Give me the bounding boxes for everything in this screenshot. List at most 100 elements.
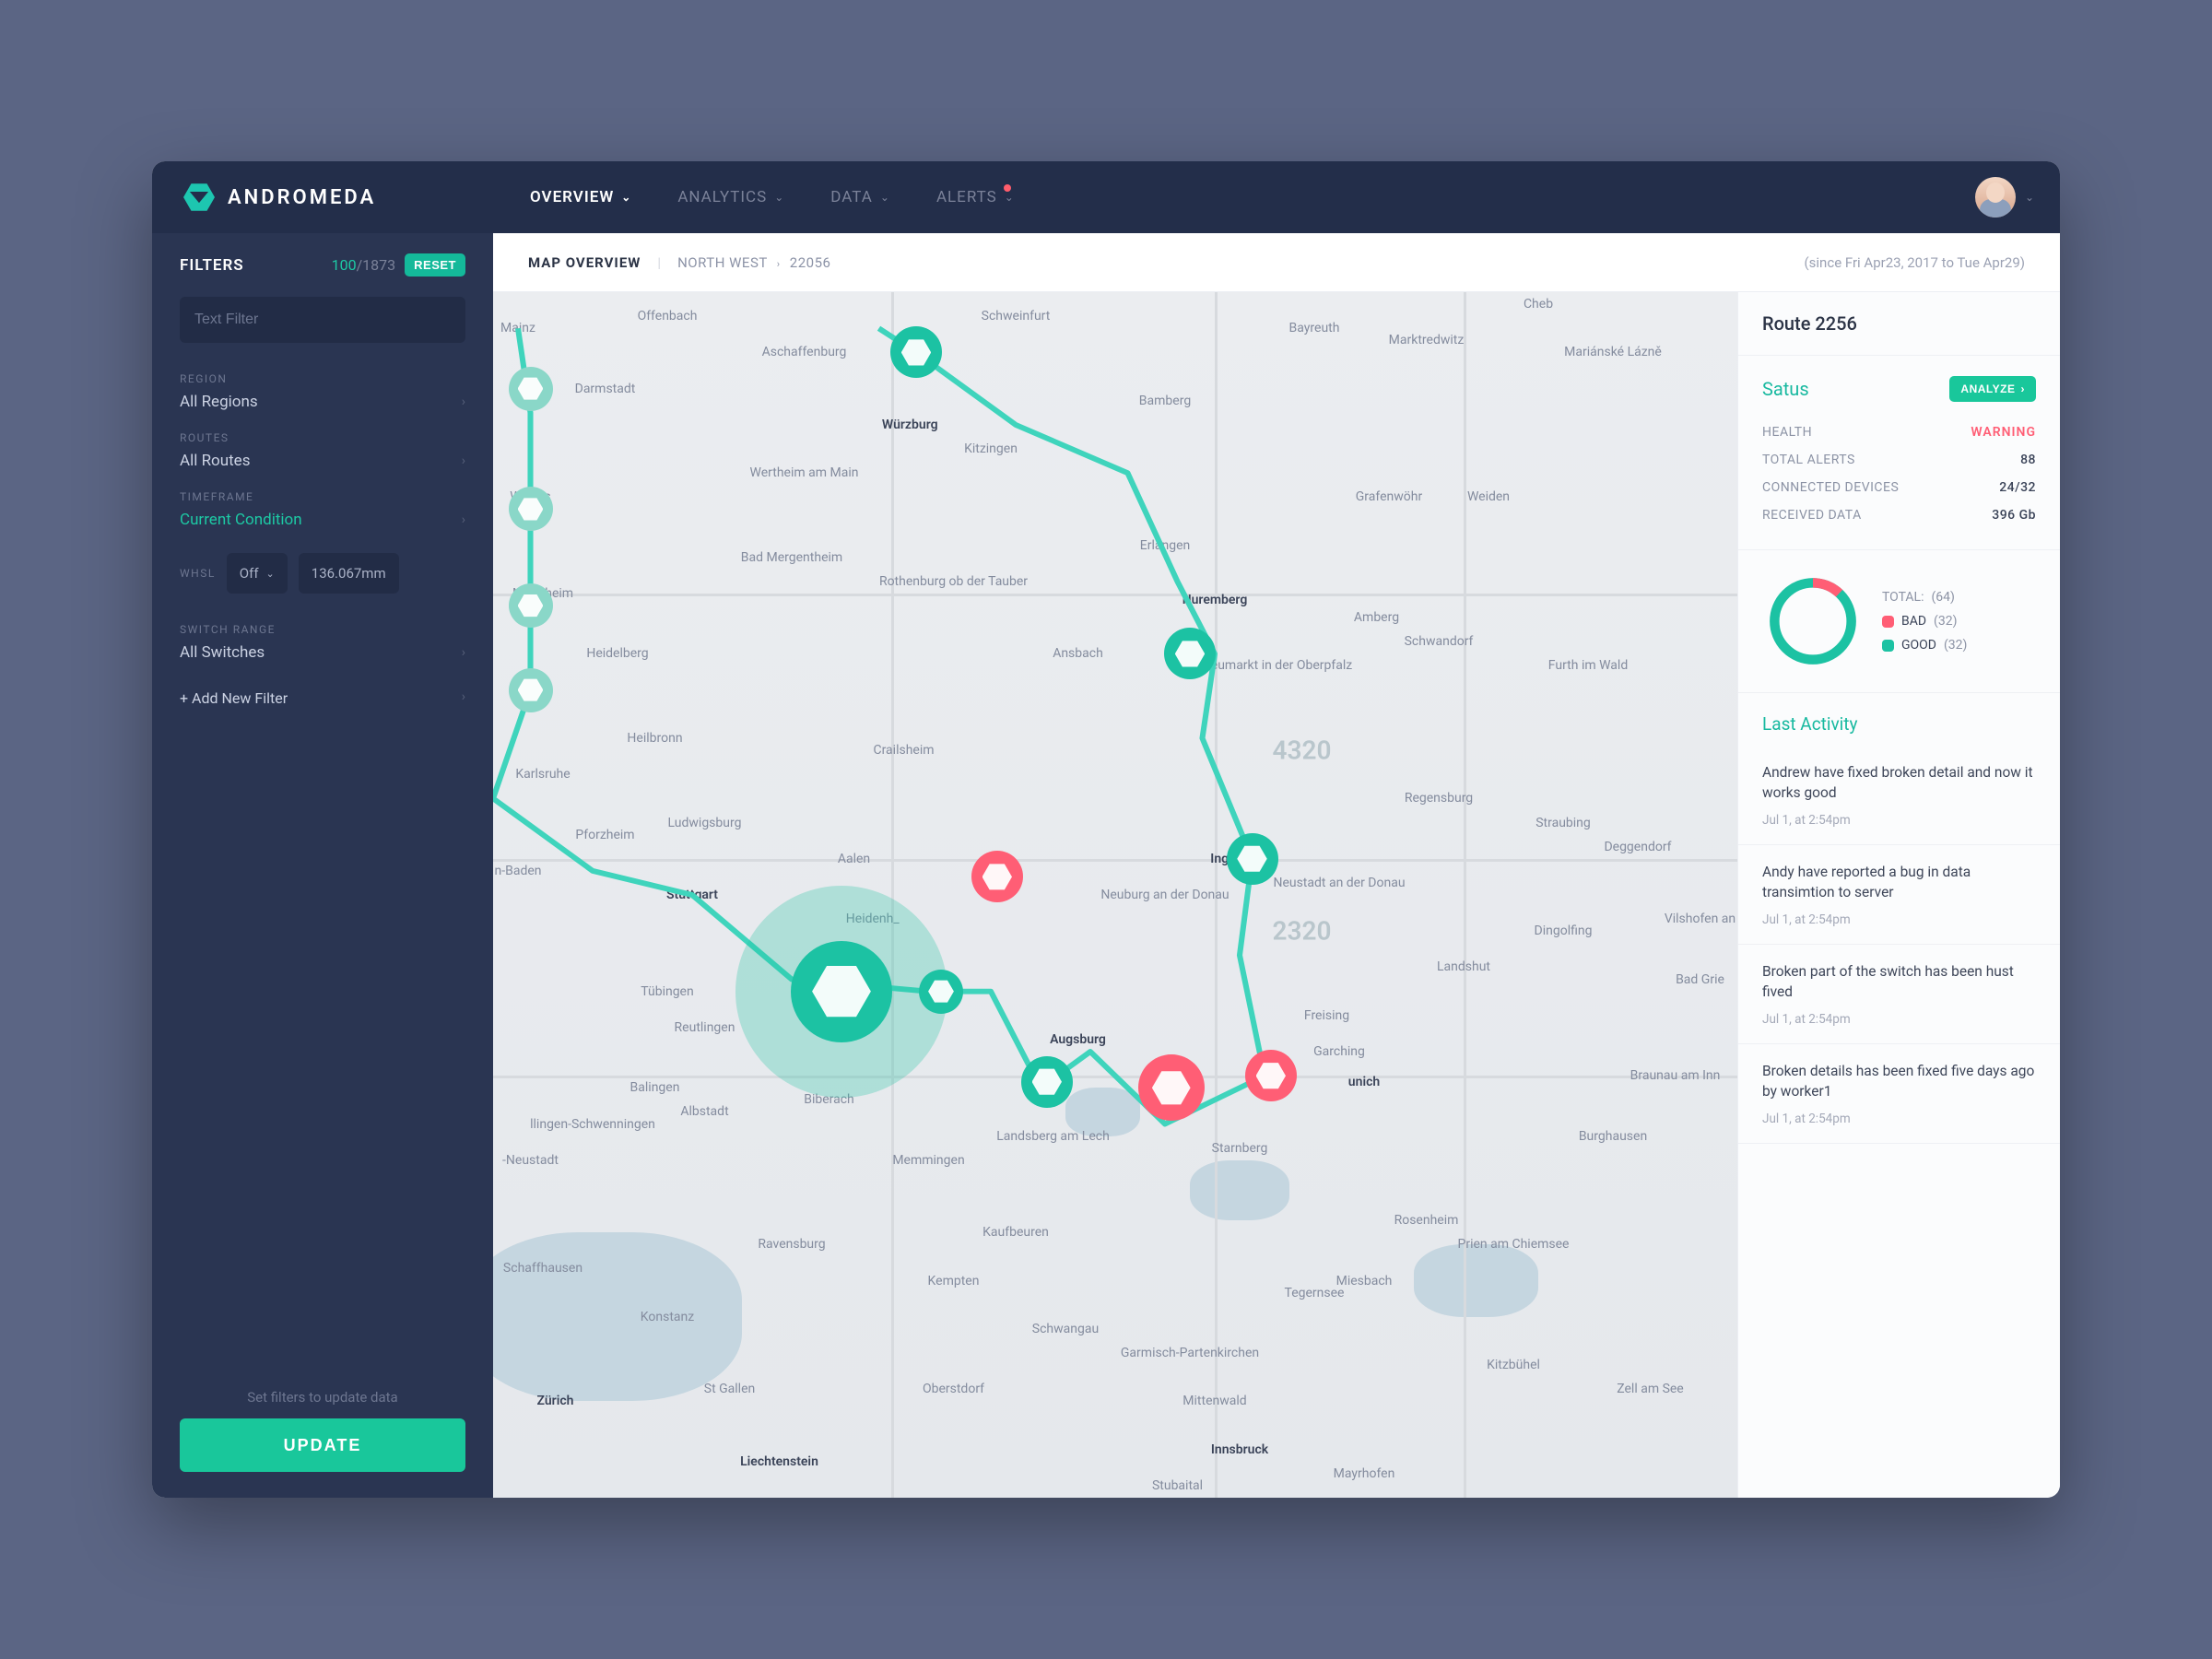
city-label: Prien am Chiemsee	[1458, 1237, 1570, 1252]
map[interactable]: MainzOffenbachAschaffenburgSchweinfurtBa…	[493, 292, 1737, 1498]
whsl-toggle[interactable]: Off ⌄	[227, 553, 288, 594]
city-label: Augsburg	[1050, 1032, 1106, 1047]
activity-list: Andrew have fixed broken detail and now …	[1738, 746, 2060, 1144]
map-node-bad[interactable]	[1138, 1054, 1205, 1121]
city-label: Schwangau	[1032, 1322, 1099, 1336]
city-label: Darmstadt	[575, 382, 636, 396]
city-label: Kempten	[928, 1274, 980, 1288]
city-label: llingen-Schwenningen	[530, 1117, 655, 1132]
nav: OVERVIEW ⌄ ANALYTICS ⌄ DATA ⌄ ALERTS ⌄	[493, 188, 1015, 206]
map-node[interactable]	[509, 668, 553, 712]
city-label: Stubaital	[1152, 1478, 1203, 1493]
activity-item[interactable]: Andrew have fixed broken detail and now …	[1738, 746, 2060, 845]
city-label: Erlangen	[1140, 538, 1190, 553]
city-label: Kitzingen	[964, 441, 1018, 456]
map-node[interactable]	[509, 583, 553, 628]
filter-timeframe: TIMEFRAME Current Condition ›	[152, 477, 493, 536]
chevron-down-icon: ⌄	[2025, 191, 2034, 204]
text-filter-input[interactable]	[180, 297, 465, 343]
city-label: Amberg	[1354, 610, 1399, 625]
filter-routes-select[interactable]: All Routes ›	[180, 452, 465, 470]
city-label: Schwandorf	[1405, 634, 1474, 649]
map-node[interactable]	[509, 487, 553, 531]
filter-switch-select[interactable]: All Switches ›	[180, 643, 465, 662]
city-label: Aalen	[838, 852, 870, 866]
city-label: Tübingen	[641, 984, 693, 999]
add-filter-button[interactable]: + Add New Filter ›	[152, 669, 493, 727]
donut-legend: TOTAL: (64) BAD (32) G	[1882, 590, 1967, 653]
whsl-value[interactable]: 136.067mm	[299, 553, 399, 594]
reset-button[interactable]: RESET	[405, 253, 465, 276]
chevron-right-icon: ›	[462, 512, 465, 527]
analyze-button[interactable]: ANALYZE ›	[1949, 376, 2036, 402]
sidebar: FILTERS 100/1873 RESET REGION All Region…	[152, 233, 493, 1498]
nav-label: ANALYTICS	[677, 188, 767, 206]
map-node[interactable]	[509, 367, 553, 411]
filters-count: 100/1873	[332, 256, 396, 274]
city-label: Ludwigsburg	[668, 816, 742, 830]
brand: ANDROMEDA	[152, 182, 493, 213]
nav-data[interactable]: DATA ⌄	[830, 188, 890, 206]
city-label: Ravensburg	[758, 1237, 825, 1252]
city-label: Pforzheim	[575, 828, 634, 842]
user-menu[interactable]: ⌄	[1975, 177, 2060, 218]
topbar: ANDROMEDA OVERVIEW ⌄ ANALYTICS ⌄ DATA ⌄ …	[152, 161, 2060, 233]
map-node[interactable]	[1227, 833, 1278, 885]
activity-item[interactable]: Broken part of the switch has been hust …	[1738, 945, 2060, 1044]
map-node[interactable]	[1021, 1056, 1073, 1108]
city-label: Heilbronn	[627, 731, 682, 746]
filters-header: FILTERS 100/1873 RESET	[152, 233, 493, 297]
city-label: Oberstdorf	[923, 1382, 984, 1396]
city-label: St Gallen	[704, 1382, 755, 1396]
chevron-right-icon: ›	[777, 258, 781, 270]
chevron-right-icon: ›	[2021, 382, 2026, 395]
filter-region-select[interactable]: All Regions ›	[180, 393, 465, 411]
map-node-selected[interactable]	[791, 941, 892, 1042]
city-label: Mainz	[500, 321, 535, 335]
status-title: Satus	[1762, 378, 1809, 400]
city-label: Regensburg	[1405, 791, 1473, 806]
city-label: Stuttgart	[666, 888, 718, 902]
detail-panel: Route 2256 Satus ANALYZE › HEALTHWARNING…	[1737, 292, 2060, 1498]
panel-totals: TOTAL: (64) BAD (32) G	[1738, 550, 2060, 693]
route-title: Route 2256	[1762, 312, 2036, 335]
city-label: Innsbruck	[1211, 1442, 1268, 1457]
map-node-bad[interactable]	[971, 851, 1023, 902]
map-node-bad[interactable]	[1245, 1050, 1297, 1101]
filter-timeframe-select[interactable]: Current Condition ›	[180, 511, 465, 529]
city-label: Neustadt an der Donau	[1273, 876, 1405, 890]
nav-label: DATA	[830, 188, 873, 206]
nav-alerts[interactable]: ALERTS ⌄	[936, 188, 1015, 206]
map-node[interactable]	[1164, 628, 1216, 679]
panel-activity-header: Last Activity	[1738, 693, 2060, 746]
city-label: -Neustadt	[502, 1153, 559, 1168]
city-label: Balingen	[630, 1080, 680, 1095]
city-label: Landsberg am Lech	[996, 1129, 1110, 1144]
city-label: Bayreuth	[1289, 321, 1340, 335]
city-label: Bamberg	[1139, 394, 1191, 408]
update-button[interactable]: UPDATE	[180, 1418, 465, 1472]
date-range: (since Fri Apr23, 2017 to Tue Apr29)	[1805, 254, 2025, 271]
filter-routes: ROUTES All Routes ›	[152, 418, 493, 477]
city-label: Weiden	[1467, 489, 1510, 504]
breadcrumb[interactable]: NORTH WEST › 22056	[677, 254, 830, 271]
status-kv-row: HEALTHWARNING	[1762, 418, 2036, 446]
city-label: Garching	[1313, 1044, 1365, 1059]
city-label: Mariánské Lázně	[1564, 345, 1662, 359]
nav-analytics[interactable]: ANALYTICS ⌄	[677, 188, 784, 206]
alert-badge-icon	[1004, 184, 1011, 192]
activity-item[interactable]: Broken details has been fixed five days …	[1738, 1044, 2060, 1144]
city-label: Wertheim am Main	[750, 465, 859, 480]
city-label: Zürich	[537, 1394, 574, 1408]
map-node[interactable]	[919, 970, 963, 1014]
city-label: Landshut	[1437, 959, 1490, 974]
route-label: 4320	[1273, 735, 1332, 766]
activity-item[interactable]: Andy have reported a bug in data transim…	[1738, 845, 2060, 945]
city-label: Vilshofen an	[1665, 912, 1735, 926]
map-node[interactable]	[890, 326, 942, 378]
city-label: Zell am See	[1617, 1382, 1683, 1396]
filter-label: TIMEFRAME	[180, 490, 465, 503]
city-label: Freising	[1304, 1008, 1349, 1023]
nav-overview[interactable]: OVERVIEW ⌄	[530, 188, 631, 206]
avatar-icon	[1975, 177, 2016, 218]
